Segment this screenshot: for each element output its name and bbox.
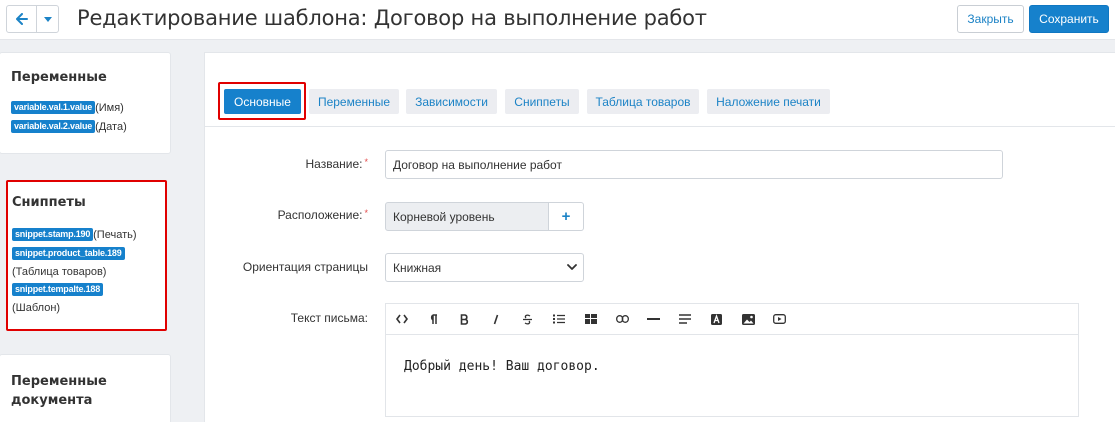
variable-desc: (Дата) <box>95 121 127 133</box>
plus-icon: + <box>561 208 571 225</box>
code-icon <box>395 314 408 324</box>
align-icon <box>679 314 692 324</box>
unordered-list-button[interactable] <box>544 305 576 334</box>
snippet-desc: (Шаблон) <box>12 302 61 314</box>
arrow-left-icon <box>15 13 28 25</box>
strikethrough-button[interactable] <box>512 305 544 334</box>
video-button[interactable] <box>764 305 796 334</box>
tab-stamp-overlay[interactable]: Наложение печати <box>707 89 830 114</box>
italic-icon <box>493 314 499 324</box>
bold-button[interactable] <box>449 305 481 334</box>
nav-button-group <box>6 5 59 33</box>
italic-button[interactable] <box>481 305 513 334</box>
variables-card: Переменные variable.val.1.value (Имя) var… <box>0 53 170 153</box>
snippet-tag[interactable]: snippet.tempalte.188 <box>12 283 104 296</box>
document-variables-card: Переменные документа <box>0 355 170 422</box>
page-title: Редактирование шаблона: Договор на выпол… <box>77 6 707 30</box>
horizontal-rule-button[interactable] <box>638 305 670 334</box>
snippet-desc: (Таблица товаров) <box>12 266 107 278</box>
image-icon <box>741 313 755 325</box>
align-button[interactable] <box>670 305 702 334</box>
link-icon <box>615 315 629 323</box>
text-label: Текст письма: <box>290 311 368 325</box>
variable-tag[interactable]: variable.val.2.value <box>11 120 96 133</box>
orientation-value: Книжная <box>393 260 442 275</box>
variable-desc: (Имя) <box>95 102 124 114</box>
location-label-text: Расположение: <box>277 208 363 222</box>
tab-bar: Основные Переменные Зависимости Сниппеты… <box>205 53 1115 127</box>
paragraph-icon <box>430 313 437 324</box>
snippets-title: Сниппеты <box>12 195 86 210</box>
required-mark: * <box>364 157 368 167</box>
save-button[interactable]: Сохранить <box>1029 5 1109 33</box>
strikethrough-icon <box>523 314 533 324</box>
close-button[interactable]: Закрыть <box>957 5 1024 33</box>
tab-dependencies[interactable]: Зависимости <box>406 89 497 114</box>
bold-icon <box>460 313 469 325</box>
rich-text-editor: Добрый день! Ваш договор. <box>385 303 1079 417</box>
variable-tag[interactable]: variable.val.1.value <box>11 101 96 114</box>
tab-variables[interactable]: Переменные <box>309 89 399 114</box>
add-location-button[interactable]: + <box>549 202 584 231</box>
variable-item: variable.val.2.value (Дата) <box>11 120 127 134</box>
list-icon <box>553 314 566 324</box>
snippet-item: snippet.stamp.190 (Печать) <box>12 228 137 242</box>
document-variables-title: Переменные документа <box>11 372 107 410</box>
code-view-button[interactable] <box>386 305 418 334</box>
snippets-card: Сниппеты snippet.stamp.190 (Печать) snipp… <box>6 180 167 331</box>
snippet-tag[interactable]: snippet.product_table.189 <box>12 247 125 260</box>
main-panel: Основные Переменные Зависимости Сниппеты… <box>205 53 1115 422</box>
required-mark: * <box>364 208 368 218</box>
font-color-button[interactable] <box>701 305 733 334</box>
name-label-text: Название: <box>305 157 363 171</box>
document-variables-title-line1: Переменные <box>11 374 107 389</box>
name-label: Название: * <box>306 157 368 171</box>
chevron-down-icon <box>567 264 577 270</box>
link-button[interactable] <box>607 305 639 334</box>
table-icon <box>584 314 597 324</box>
snippet-item: snippet.tempalte.188 <box>12 283 104 297</box>
video-icon <box>773 314 787 324</box>
orientation-label: Ориентация страницы <box>242 260 368 274</box>
editor-content[interactable]: Добрый день! Ваш договор. <box>386 336 1078 416</box>
tab-snippets[interactable]: Сниппеты <box>505 89 579 114</box>
horizontal-rule-icon <box>647 318 661 320</box>
back-button[interactable] <box>7 6 36 32</box>
snippet-item: snippet.product_table.189 <box>12 247 125 261</box>
document-variables-title-line2: документа <box>11 393 93 408</box>
variable-item: variable.val.1.value (Имя) <box>11 101 124 115</box>
orientation-select[interactable]: Книжная <box>385 253 584 282</box>
location-input: Корневой уровень <box>385 202 549 231</box>
name-input[interactable]: Договор на выполнение работ <box>385 150 1003 179</box>
active-tab-highlight <box>218 82 306 120</box>
editor-toolbar <box>386 304 1078 335</box>
caret-down-icon <box>43 16 52 22</box>
snippet-tag[interactable]: snippet.stamp.190 <box>12 228 94 241</box>
font-color-icon <box>711 313 723 325</box>
location-label: Расположение: * <box>278 208 368 222</box>
variables-title: Переменные <box>11 70 107 85</box>
image-button[interactable] <box>733 305 765 334</box>
table-button[interactable] <box>575 305 607 334</box>
tab-product-table[interactable]: Таблица товаров <box>587 89 699 114</box>
snippet-desc: (Печать) <box>93 229 137 241</box>
history-dropdown-button[interactable] <box>36 6 58 32</box>
paragraph-button[interactable] <box>418 305 450 334</box>
top-bar: Редактирование шаблона: Договор на выпол… <box>0 0 1115 40</box>
